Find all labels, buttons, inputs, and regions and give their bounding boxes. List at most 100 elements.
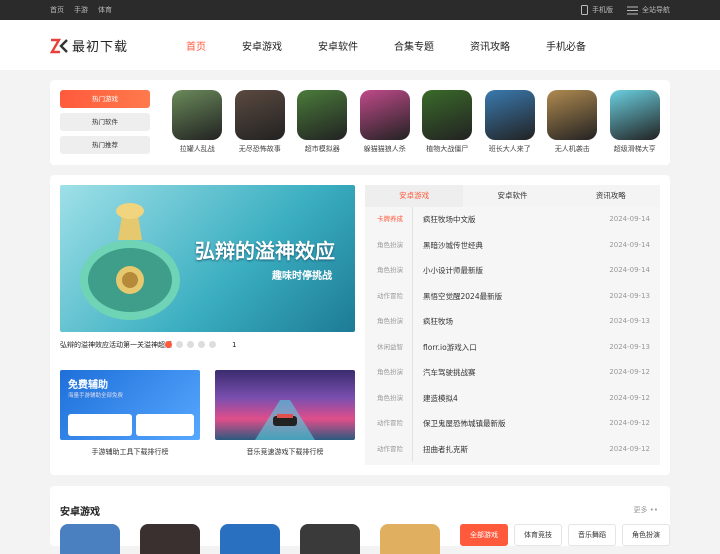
news-category-tag: 角色扮演: [377, 309, 413, 335]
news-row[interactable]: 角色扮演 黑暗沙城传世经典 2024-09-14: [365, 232, 660, 259]
hot-app-item[interactable]: 超级滑梯大亨: [604, 90, 667, 154]
hot-software-button[interactable]: 热门软件: [60, 113, 150, 131]
news-row[interactable]: 动作冒险 扭曲者扎克斯 2024-09-12: [365, 436, 660, 463]
hot-recommend-button[interactable]: 热门推荐: [60, 136, 150, 154]
hot-app-item[interactable]: 拉罐人乱战: [166, 90, 229, 154]
news-title[interactable]: 建造模拟4: [423, 386, 458, 412]
hot-app-item[interactable]: 无人机袭击: [541, 90, 604, 154]
site-logo[interactable]: 最初下载: [50, 36, 128, 55]
thumb-card-graphic: [68, 414, 132, 436]
news-row[interactable]: 卡牌养成 疯狂牧场中文版 2024-09-14: [365, 207, 660, 233]
news-row[interactable]: 动作冒险 黑悟空觉醒2024最新版 2024-09-13: [365, 283, 660, 310]
news-date: 2024-09-13: [609, 342, 650, 351]
pill-music-dance[interactable]: 音乐舞蹈: [568, 524, 616, 546]
thumb-assist-tools[interactable]: 免费辅助 海量手游辅助全部免费: [60, 370, 200, 440]
game-thumbnail[interactable]: [140, 524, 200, 554]
section-title: 安卓游戏: [60, 507, 100, 518]
news-date: 2024-09-12: [609, 393, 650, 402]
news-category-tag: 卡牌养成: [377, 207, 413, 233]
news-date: 2024-09-12: [609, 444, 650, 453]
news-title[interactable]: 黑悟空觉醒2024最新版: [423, 284, 502, 310]
news-list: 卡牌养成 疯狂牧场中文版 2024-09-14 角色扮演 黑暗沙城传世经典 2024-09…: [365, 207, 660, 465]
news-title[interactable]: 保卫鬼屋恐怖城镇最新版: [423, 411, 506, 437]
tab-android-software[interactable]: 安卓软件: [463, 185, 561, 207]
hot-app-item[interactable]: 躲猫猫狼人杀: [354, 90, 417, 154]
banner-dot[interactable]: [198, 341, 205, 348]
tab-news-guides[interactable]: 资讯攻略: [562, 185, 660, 207]
nav-essentials[interactable]: 手机必备: [546, 38, 586, 53]
hot-app-item[interactable]: 植物大战僵尸: [416, 90, 479, 154]
news-row[interactable]: 动作冒险 保卫鬼屋恐怖城镇最新版 2024-09-12: [365, 411, 660, 437]
news-category-tag: 动作冒险: [377, 411, 413, 437]
banner-caption-text: 弘辩的溢神效应活动第一关溢神超感: [60, 341, 172, 349]
tab-android-games[interactable]: 安卓游戏: [365, 185, 464, 207]
phone-icon: [581, 5, 588, 15]
nav-android-software[interactable]: 安卓软件: [318, 38, 358, 53]
news-title[interactable]: 扭曲者扎克斯: [423, 437, 468, 463]
banner-image[interactable]: 弘辩的溢神效应 趣味时停挑战: [60, 185, 355, 332]
game-thumbnail[interactable]: [60, 524, 120, 554]
thumb-racing-caption[interactable]: 音乐竞速游戏下载排行榜: [215, 447, 355, 457]
thumb-assist-title: 免费辅助: [68, 380, 108, 391]
banner-dot[interactable]: [209, 341, 216, 348]
news-row[interactable]: 休闲益智 florr.io游戏入口 2024-09-13: [365, 334, 660, 361]
nav-collections[interactable]: 合集专题: [394, 38, 434, 53]
app-name: 超级滑梯大亨: [613, 145, 656, 153]
thumb-music-racing[interactable]: [215, 370, 355, 440]
hot-app-item[interactable]: 超市模拟器: [291, 90, 354, 154]
mobile-version-link[interactable]: 手机版: [581, 5, 613, 15]
nav-android-games[interactable]: 安卓游戏: [242, 38, 282, 53]
top-link-home[interactable]: 首页: [50, 5, 64, 15]
pill-sports[interactable]: 体育竞技: [514, 524, 562, 546]
app-icon: [234, 90, 285, 140]
pill-rpg[interactable]: 角色扮演: [622, 524, 670, 546]
banner-subtitle: 趣味时停挑战: [272, 271, 332, 282]
nav-news-guides[interactable]: 资讯攻略: [470, 38, 510, 53]
banner-dot[interactable]: [187, 341, 194, 348]
banner-title: 弘辩的溢神效应: [195, 239, 335, 263]
news-category-tag: 角色扮演: [377, 258, 413, 284]
app-name: 拉罐人乱战: [179, 145, 215, 153]
banner-dot[interactable]: [176, 341, 183, 348]
feature-panel: 弘辩的溢神效应 趣味时停挑战 弘辩的溢神效应活动第一关溢神超感 1 免费辅助 海量…: [50, 175, 670, 475]
hot-app-item[interactable]: 无尽恐怖故事: [229, 90, 292, 154]
app-name: 躲猫猫狼人杀: [363, 145, 406, 153]
racing-track-icon: [255, 400, 315, 440]
hot-app-item[interactable]: 班长大人来了: [479, 90, 542, 154]
app-icon: [297, 90, 348, 140]
news-row[interactable]: 角色扮演 疯狂牧场 2024-09-13: [365, 309, 660, 335]
app-name: 无尽恐怖故事: [238, 145, 281, 153]
news-category-tag: 角色扮演: [377, 360, 413, 386]
nav-home[interactable]: 首页: [186, 38, 206, 53]
news-title[interactable]: 疯狂牧场: [423, 309, 453, 335]
app-name: 植物大战僵尸: [426, 145, 469, 153]
news-category-tag: 角色扮演: [377, 385, 413, 411]
thumb-assist-caption[interactable]: 手游辅助工具下载排行榜: [60, 447, 200, 457]
logo-mark-icon: [50, 38, 68, 53]
news-row[interactable]: 角色扮演 汽车驾驶挑战赛 2024-09-12: [365, 360, 660, 386]
banner-dot[interactable]: [165, 341, 172, 348]
news-row[interactable]: 角色扮演 建造模拟4 2024-09-12: [365, 385, 660, 412]
hot-games-button[interactable]: 热门游戏: [60, 90, 150, 108]
app-icon: [547, 90, 598, 140]
news-title[interactable]: 汽车驾驶挑战赛: [423, 360, 476, 386]
pill-all-games[interactable]: 全部游戏: [460, 524, 508, 546]
top-link-sports[interactable]: 体育: [98, 5, 112, 15]
game-thumbnail[interactable]: [220, 524, 280, 554]
top-link-mobile-games[interactable]: 手游: [74, 5, 88, 15]
game-thumbnail[interactable]: [380, 524, 440, 554]
news-row[interactable]: 角色扮演 小小设计师最新版 2024-09-14: [365, 258, 660, 284]
news-title[interactable]: 疯狂牧场中文版: [423, 207, 476, 233]
news-title[interactable]: 黑暗沙城传世经典: [423, 233, 483, 259]
news-date: 2024-09-13: [609, 317, 650, 325]
game-thumbnail[interactable]: [300, 524, 360, 554]
news-title[interactable]: 小小设计师最新版: [423, 258, 483, 284]
sitemap-link[interactable]: 全站导航: [627, 5, 670, 15]
app-icon: [609, 90, 660, 140]
app-icon: [172, 90, 223, 140]
more-link[interactable]: 更多 ••: [634, 505, 658, 515]
news-title[interactable]: florr.io游戏入口: [423, 335, 477, 361]
news-category-tag: 休闲益智: [377, 334, 413, 360]
news-date: 2024-09-12: [609, 419, 650, 427]
news-date: 2024-09-14: [609, 240, 650, 249]
